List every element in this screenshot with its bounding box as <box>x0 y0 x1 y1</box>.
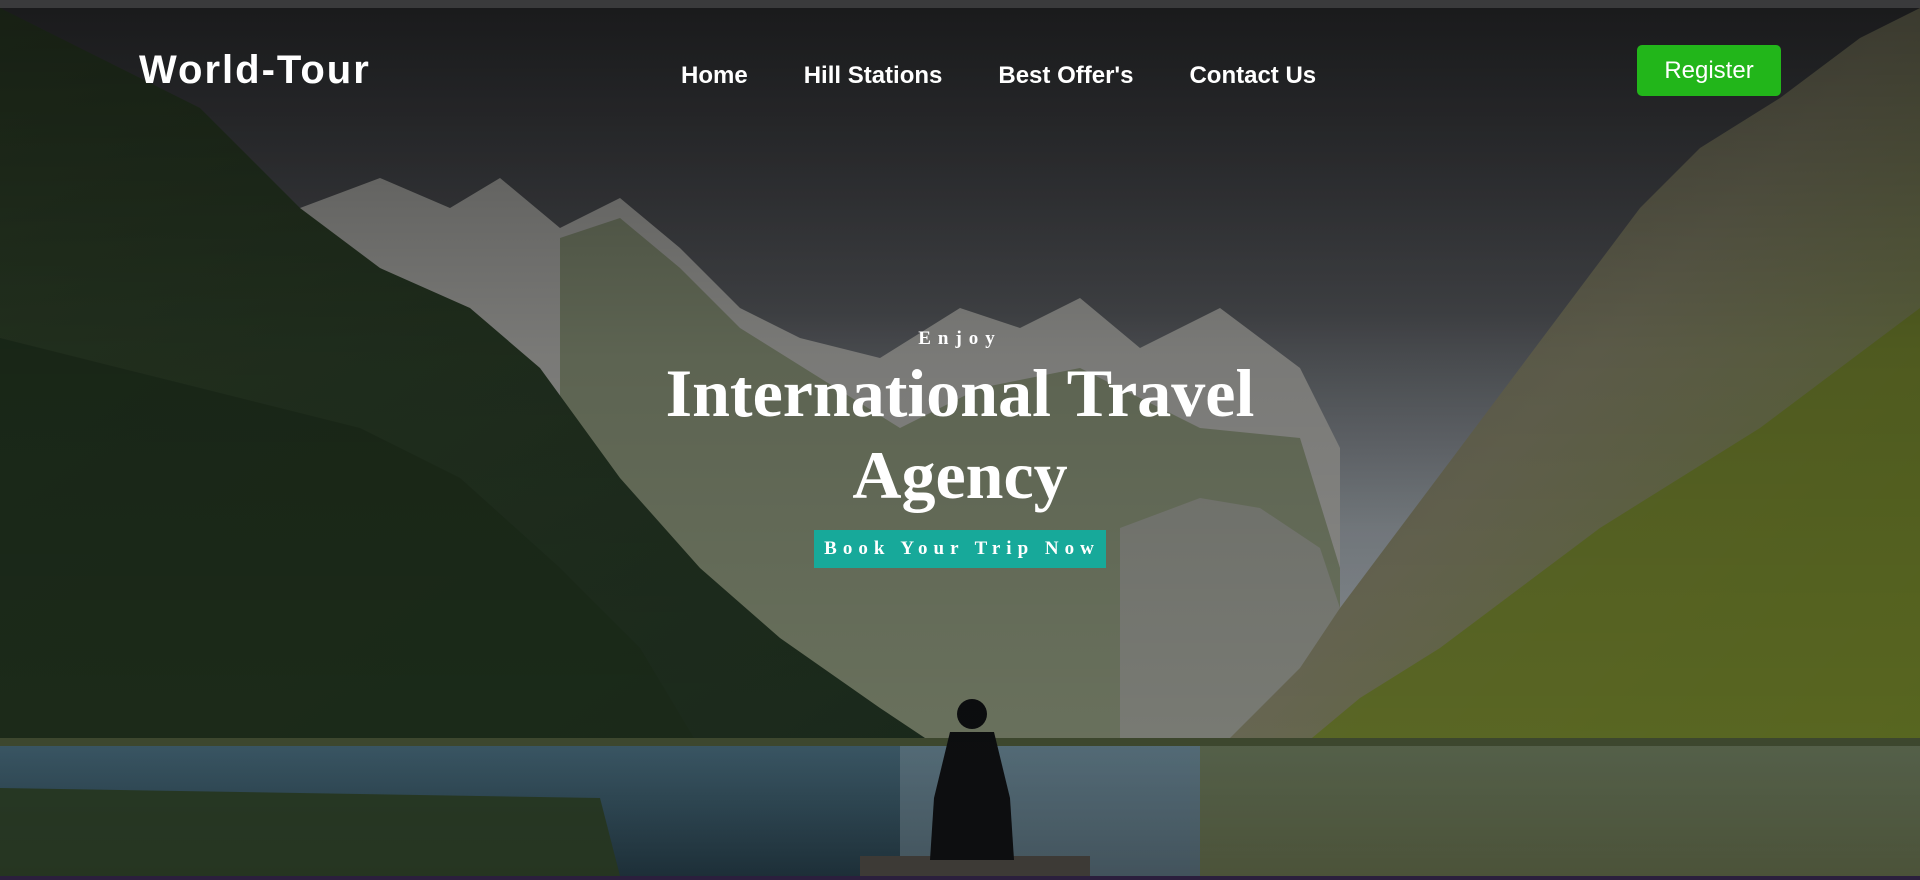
hero-headline-line-1: International Travel <box>665 355 1255 431</box>
book-trip-button[interactable]: Book Your Trip Now <box>814 530 1106 568</box>
brand-logo-text[interactable]: World-Tour <box>139 48 371 93</box>
hero-section: World-Tour Home Hill Stations Best Offer… <box>0 8 1920 876</box>
hero-headline: International Travel Agency <box>560 352 1360 516</box>
window-top-strip <box>0 0 1920 8</box>
nav-link-home[interactable]: Home <box>681 62 748 90</box>
register-button[interactable]: Register <box>1637 45 1781 96</box>
navigation-bar: World-Tour Home Hill Stations Best Offer… <box>0 8 1920 128</box>
hero-headline-line-2: Agency <box>852 437 1068 513</box>
nav-link-best-offers[interactable]: Best Offer's <box>998 62 1133 90</box>
hero-content: Enjoy International Travel Agency Book Y… <box>560 328 1360 568</box>
bottom-strip <box>0 876 1920 880</box>
nav-link-contact-us[interactable]: Contact Us <box>1189 62 1316 90</box>
hero-kicker: Enjoy <box>918 328 1002 349</box>
nav-link-hill-stations[interactable]: Hill Stations <box>804 62 943 90</box>
main-menu: Home Hill Stations Best Offer's Contact … <box>681 62 1316 90</box>
